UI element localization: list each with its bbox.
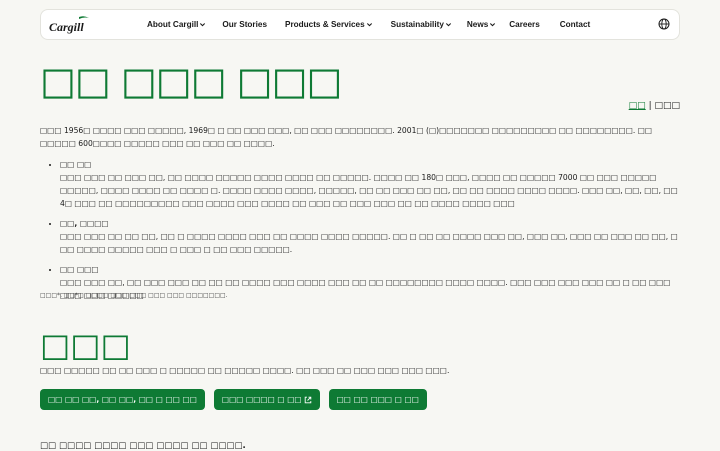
section-title: □□□: [40, 326, 131, 364]
chevron-down-icon: [200, 23, 206, 27]
language-switch: □□ | □□□: [629, 101, 680, 111]
nav-sustainability[interactable]: Sustainability: [391, 20, 452, 29]
intro-paragraph: □□□ 1956□ □□□□ □□□ □□□□□, 1969□ □ □□ □□□…: [40, 126, 653, 148]
chevron-down-icon: [366, 23, 372, 27]
button-label: □□ □□ □□, □□ □□, □□ □ □□ □□: [48, 395, 197, 404]
section-description: □□□ □□□□□ □□ □□ □□□ □ □□□□□ □□ □□□□□ □□□…: [40, 366, 450, 375]
svg-text:Cargill: Cargill: [49, 20, 84, 34]
nav-label: Products & Services: [285, 20, 365, 29]
nav-label: About Cargill: [147, 20, 199, 29]
action-button-1[interactable]: □□ □□ □□, □□ □□, □□ □ □□ □□: [40, 389, 205, 410]
button-label: □□ □□ □□□ □ □□: [336, 395, 419, 404]
list-item-body: □□□ □□□ □□ □□□ □□, □□ □□□□ □□□□□ □□□□ □□…: [60, 173, 678, 208]
cargill-logo[interactable]: Cargill: [49, 15, 89, 35]
list-item: □□, □□□□ □□□ □□□ □□ □□ □□, □□ □ □□□□ □□□…: [60, 217, 680, 256]
key-points-list: □□ □□ □□□ □□□ □□ □□□ □□, □□ □□□□ □□□□□ □…: [40, 158, 680, 309]
nav-careers[interactable]: Careers: [509, 20, 540, 29]
nav-news[interactable]: News: [467, 20, 496, 29]
action-button-2[interactable]: □□□ □□□□ □ □□: [213, 389, 320, 410]
nav-products-services[interactable]: Products & Services: [285, 20, 373, 29]
action-buttons: □□ □□ □□, □□ □□, □□ □ □□ □□ □□□ □□□□ □ □…: [40, 389, 427, 410]
nav-contact[interactable]: Contact: [560, 20, 590, 29]
button-label: □□□ □□□□ □ □□: [221, 395, 302, 404]
chevron-down-icon: [445, 23, 451, 27]
cargill-logo-mark: Cargill: [49, 16, 89, 34]
nav-label: Contact: [559, 20, 591, 29]
chevron-down-icon: [490, 23, 496, 27]
main-menu: About Cargill Our Stories Products & Ser…: [147, 10, 590, 39]
language-option[interactable]: □□□: [654, 101, 680, 111]
nav-label: Our Stories: [222, 20, 267, 29]
list-item-title: □□ □□: [60, 160, 92, 169]
action-button-3[interactable]: □□ □□ □□□ □ □□: [328, 389, 427, 410]
list-item-title: □□, □□□□: [60, 219, 109, 228]
nav-label: Sustainability: [390, 20, 444, 29]
list-item-title: □□ □□□: [60, 265, 99, 274]
language-separator: |: [648, 101, 652, 111]
language-option-active[interactable]: □□: [629, 101, 646, 111]
nav-our-stories[interactable]: Our Stories: [222, 20, 267, 29]
footnote: □□□*, □□*□ □□□□ □□□ □□□ □□□ □□□ □□□□□□□.: [40, 292, 228, 299]
globe-icon[interactable]: [658, 18, 670, 30]
nav-label: Careers: [509, 20, 540, 29]
list-item-body: □□□ □□□ □□ □□ □□, □□ □ □□□□ □□□□ □□□ □□ …: [60, 232, 678, 254]
top-navigation-bar: Cargill About Cargill Our Stories Produc…: [40, 9, 680, 40]
nav-label: News: [466, 20, 489, 29]
list-item: □□ □□ □□□ □□□ □□ □□□ □□, □□ □□□□ □□□□□ □…: [60, 158, 680, 210]
page-title: □□ □□□ □□□: [40, 59, 342, 103]
external-link-icon: [304, 396, 311, 403]
nav-about-cargill[interactable]: About Cargill: [147, 20, 206, 29]
